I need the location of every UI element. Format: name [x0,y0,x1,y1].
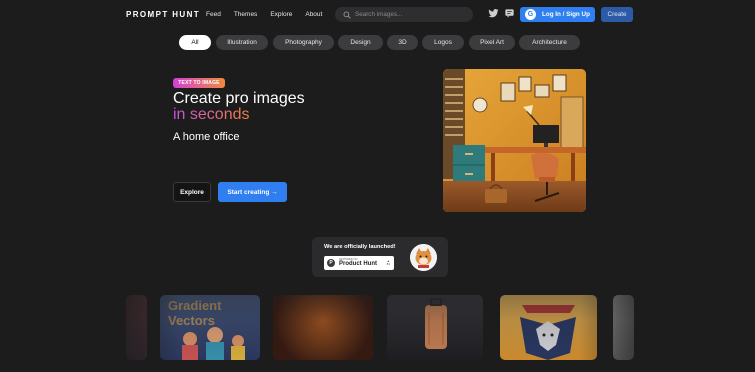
product-hunt-logo-icon: P [327,259,335,267]
filter-all[interactable]: All [179,35,211,50]
filter-architecture[interactable]: Architecture [519,35,580,50]
gallery-image-6[interactable] [613,295,634,360]
hero-home-office-image[interactable] [443,69,586,212]
login-signup-button[interactable]: G Log In / Sign Up [520,7,595,22]
search-input[interactable] [355,11,465,18]
gallery-right-fade [580,285,755,372]
nav-explore[interactable]: Explore [270,11,292,18]
suitcase-illustration [425,298,447,349]
top-navbar: PROMPT HUNT Feed Themes Explore About G … [0,0,755,29]
family-illustration [182,327,245,360]
filter-3d[interactable]: 3D [387,35,418,50]
google-icon: G [525,9,536,20]
gallery-image-5[interactable] [500,295,597,360]
explore-button[interactable]: Explore [173,182,211,202]
login-label: Log In / Sign Up [542,11,590,18]
mascot-avatar [410,244,437,271]
logo[interactable]: PROMPT HUNT [126,10,200,19]
wolf-logo-illustration [520,305,576,360]
start-creating-button[interactable]: Start creating → [218,182,287,202]
gallery-fade-overlay [0,285,755,372]
launch-title: We are officially launched! [324,244,396,250]
gallery-image-2[interactable]: Gradient Vectors [160,295,260,360]
ph-upvote-count: 81 [386,262,390,266]
nav-themes[interactable]: Themes [234,11,257,18]
nav-feed[interactable]: Feed [206,11,221,18]
search-bar[interactable] [335,7,473,22]
filter-illustration[interactable]: Illustration [216,35,268,50]
product-hunt-badge[interactable]: P FEATURED ON Product Hunt ▲ 81 [324,256,394,270]
twitter-icon[interactable] [488,8,499,19]
search-icon [343,11,351,19]
main-nav: Feed Themes Explore About [206,11,335,18]
chat-icon[interactable] [504,8,515,19]
filter-photography[interactable]: Photography [273,35,334,50]
gallery-left-fade [0,285,180,372]
hero-prompt-text: A home office [173,131,240,143]
launch-announcement-card: We are officially launched! P FEATURED O… [312,237,448,277]
gallery-image-1[interactable] [126,295,147,360]
create-button[interactable]: Create [601,7,633,22]
filter-design[interactable]: Design [338,35,383,50]
ph-name: Product Hunt [339,261,377,268]
home-office-illustration [443,69,586,212]
gallery-image-3[interactable] [273,295,373,360]
hero-title-line2: in seconds [173,106,250,123]
gallery-image-4[interactable] [387,295,483,360]
text-to-image-badge: TEXT TO IMAGE [173,78,225,88]
filter-logos[interactable]: Logos [422,35,464,50]
filter-pixel-art[interactable]: Pixel Art [469,35,515,50]
nav-about[interactable]: About [305,11,322,18]
